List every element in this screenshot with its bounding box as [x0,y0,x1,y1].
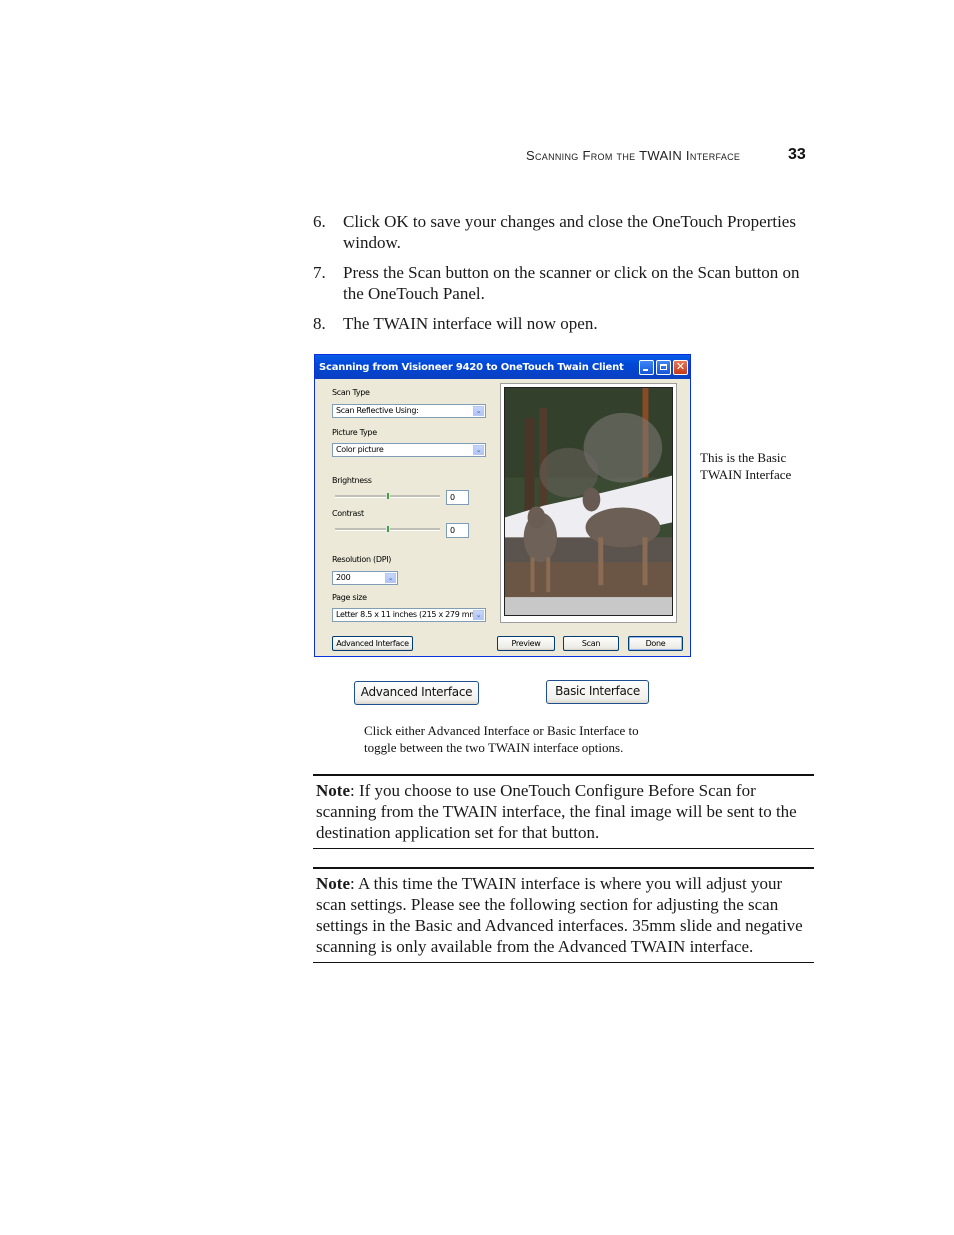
steps-list: 6. Click OK to save your changes and clo… [313,211,813,343]
caption-line: toggle between the two TWAIN interface o… [364,740,624,755]
step-text: The TWAIN interface will now open. [343,314,598,333]
running-head: Scanning From the TWAIN Interface [526,148,741,163]
dialog-titlebar: Scanning from Visioneer 9420 to OneTouch… [315,355,690,379]
deer-photo [505,388,672,615]
slider-thumb[interactable] [385,492,390,500]
resolution-value: 200 [336,573,351,582]
page-size-value: Letter 8.5 x 11 inches (215 x 279 mm) [336,610,480,619]
caption-line: Click either Advanced Interface or Basic… [364,723,639,738]
scan-type-label: Scan Type [332,388,370,397]
advanced-interface-button[interactable]: Advanced Interface [332,636,413,651]
advanced-interface-toggle-button[interactable]: Advanced Interface [354,681,479,705]
page-size-dropdown[interactable]: Letter 8.5 x 11 inches (215 x 279 mm) ⌄ [332,608,486,622]
note-label: Note [316,874,350,893]
page-number: 33 [788,146,806,163]
close-icon: ✕ [675,359,686,373]
note-text: : A this time the TWAIN interface is whe… [316,874,803,956]
step-text: Press the Scan button on the scanner or … [343,263,800,303]
maximize-button[interactable] [656,359,671,375]
step-number: 6. [313,212,326,231]
toggle-caption: Click either Advanced Interface or Basic… [364,722,664,756]
step-number: 8. [313,314,326,333]
step-item: 8. The TWAIN interface will now open. [313,313,813,334]
page-size-label: Page size [332,593,367,602]
preview-button[interactable]: Preview [497,636,555,651]
resolution-label: Resolution (DPI) [332,555,392,564]
minimize-button[interactable] [639,359,654,375]
picture-type-dropdown[interactable]: Color picture ⌄ [332,443,486,457]
contrast-slider[interactable] [335,524,440,534]
caption-line: This is the Basic [700,450,787,465]
step-item: 7. Press the Scan button on the scanner … [313,262,813,304]
preview-image [504,387,673,616]
step-text: Click OK to save your changes and close … [343,212,796,252]
scan-type-dropdown[interactable]: Scan Reflective Using: ⌄ [332,404,486,418]
note-text: : If you choose to use OneTouch Configur… [316,781,797,842]
picture-type-value: Color picture [336,445,384,454]
contrast-input[interactable]: 0 [446,523,469,538]
scan-type-value: Scan Reflective Using: [336,406,419,415]
note-configure-before-scan: Note: If you choose to use OneTouch Conf… [313,774,814,849]
dialog-title: Scanning from Visioneer 9420 to OneTouch… [319,361,624,373]
resolution-dropdown[interactable]: 200 ⌄ [332,571,398,585]
chevron-down-icon[interactable]: ⌄ [473,406,484,416]
close-button[interactable]: ✕ [673,359,688,375]
basic-interface-caption: This is the Basic TWAIN Interface [700,449,791,483]
brightness-slider[interactable] [335,491,440,501]
step-item: 6. Click OK to save your changes and clo… [313,211,813,253]
picture-type-label: Picture Type [332,428,377,437]
basic-interface-toggle-button[interactable]: Basic Interface [546,680,649,704]
chevron-down-icon[interactable]: ⌄ [385,573,396,583]
dialog-body: Scan Type Scan Reflective Using: ⌄ Pictu… [315,379,690,656]
contrast-label: Contrast [332,509,364,518]
note-scan-settings: Note: A this time the TWAIN interface is… [313,867,814,963]
preview-area [500,383,677,623]
step-number: 7. [313,263,326,282]
chevron-down-icon[interactable]: ⌄ [473,445,484,455]
done-button[interactable]: Done [628,636,683,651]
twain-dialog: Scanning from Visioneer 9420 to OneTouch… [314,354,691,657]
caption-line: TWAIN Interface [700,467,792,482]
scan-button[interactable]: Scan [563,636,619,651]
chevron-down-icon[interactable]: ⌄ [473,610,484,620]
note-label: Note [316,781,350,800]
brightness-label: Brightness [332,476,372,485]
brightness-input[interactable]: 0 [446,490,469,505]
slider-thumb[interactable] [385,525,390,533]
